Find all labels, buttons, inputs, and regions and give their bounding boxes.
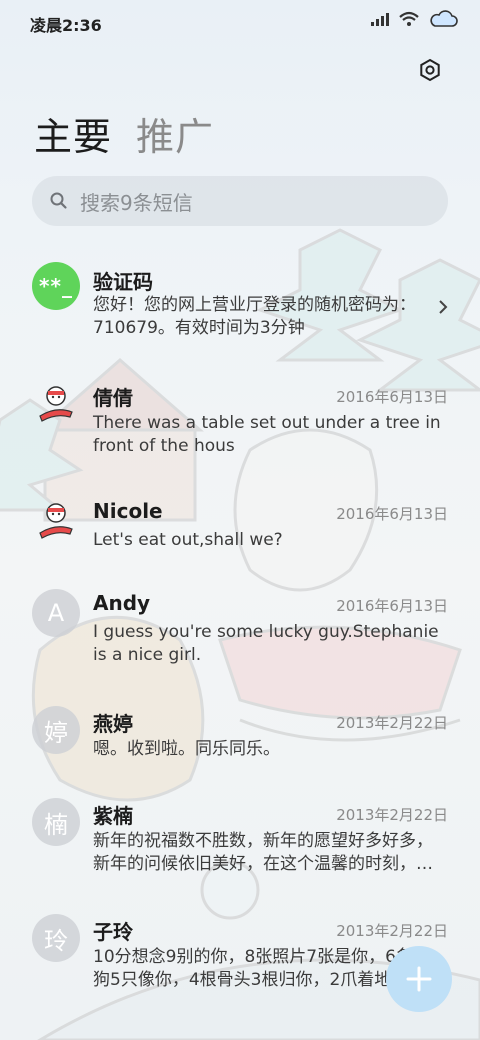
search-placeholder: 搜索9条短信 [80, 190, 193, 215]
status-icons [370, 10, 458, 28]
contact-name: Nicole [93, 499, 163, 523]
plus-icon [406, 966, 432, 992]
status-time: 凌晨2:36 [30, 16, 102, 35]
message-item[interactable]: **_ 验证码 您好！您的网上营业厅登录的随机密码为：710679。有效时间为3… [0, 262, 480, 362]
avatar: **_ [32, 262, 80, 310]
settings-button[interactable] [416, 56, 444, 84]
cloud-icon [430, 10, 458, 27]
bear-sticker-icon [39, 386, 73, 422]
chevron-right-icon[interactable] [434, 298, 452, 316]
message-preview: 嗯。收到啦。同乐同乐。 [93, 739, 280, 759]
tab-bar: 主要 推广 [34, 106, 214, 161]
message-date: 2013年2月22日 [336, 806, 448, 824]
message-preview: There was a table set out under a tree i… [93, 413, 441, 456]
message-date: 2013年2月22日 [336, 922, 448, 940]
message-preview: 您好！您的网上营业厅登录的随机密码为：710679。有效时间为3分钟 [93, 295, 416, 338]
message-date: 2016年6月13日 [336, 388, 448, 406]
search-icon [48, 190, 70, 212]
message-preview: 新年的祝福数不胜数，新年的愿望好多好多，新年的问候依旧美好，在这个温馨的时刻，… [93, 831, 433, 874]
tab-primary[interactable]: 主要 [34, 106, 112, 161]
message-item[interactable]: 楠 紫楠 2013年2月22日 新年的祝福数不胜数，新年的愿望好多好多，新年的问… [0, 798, 480, 888]
message-date: 2016年6月13日 [336, 597, 448, 615]
avatar: 楠 [32, 798, 80, 846]
avatar [32, 497, 80, 545]
new-message-button[interactable] [386, 946, 452, 1012]
wifi-icon [399, 11, 419, 26]
message-item[interactable]: 倩倩 2016年6月13日 There was a table set out … [0, 380, 480, 470]
avatar [32, 380, 80, 428]
contact-name: 燕婷 [93, 712, 133, 736]
message-item[interactable]: Nicole 2016年6月13日 Let's eat out,shall we… [0, 497, 480, 567]
message-item[interactable]: 婷 燕婷 2013年2月22日 嗯。收到啦。同乐同乐。 [0, 706, 480, 776]
tab-promotions[interactable]: 推广 [136, 106, 214, 161]
signal-icon [371, 13, 389, 26]
search-input[interactable]: 搜索9条短信 [32, 176, 448, 226]
message-item[interactable]: A Andy 2016年6月13日 I guess you're some lu… [0, 589, 480, 679]
message-date: 2013年2月22日 [336, 714, 448, 732]
gear-icon [420, 58, 440, 82]
contact-name: 子玲 [93, 920, 133, 944]
bear-sticker-icon [39, 503, 73, 539]
contact-name: 验证码 [93, 270, 153, 294]
status-bar: 凌晨2:36 [0, 0, 480, 44]
contact-name: 紫楠 [93, 804, 133, 828]
avatar: A [32, 589, 80, 637]
avatar: 婷 [32, 706, 80, 754]
contact-name: Andy [93, 591, 151, 615]
message-date: 2016年6月13日 [336, 505, 448, 523]
message-preview: Let's eat out,shall we? [93, 530, 283, 550]
contact-name: 倩倩 [93, 386, 133, 410]
avatar: 玲 [32, 914, 80, 962]
message-preview: I guess you're some lucky guy.Stephanie … [93, 622, 439, 665]
